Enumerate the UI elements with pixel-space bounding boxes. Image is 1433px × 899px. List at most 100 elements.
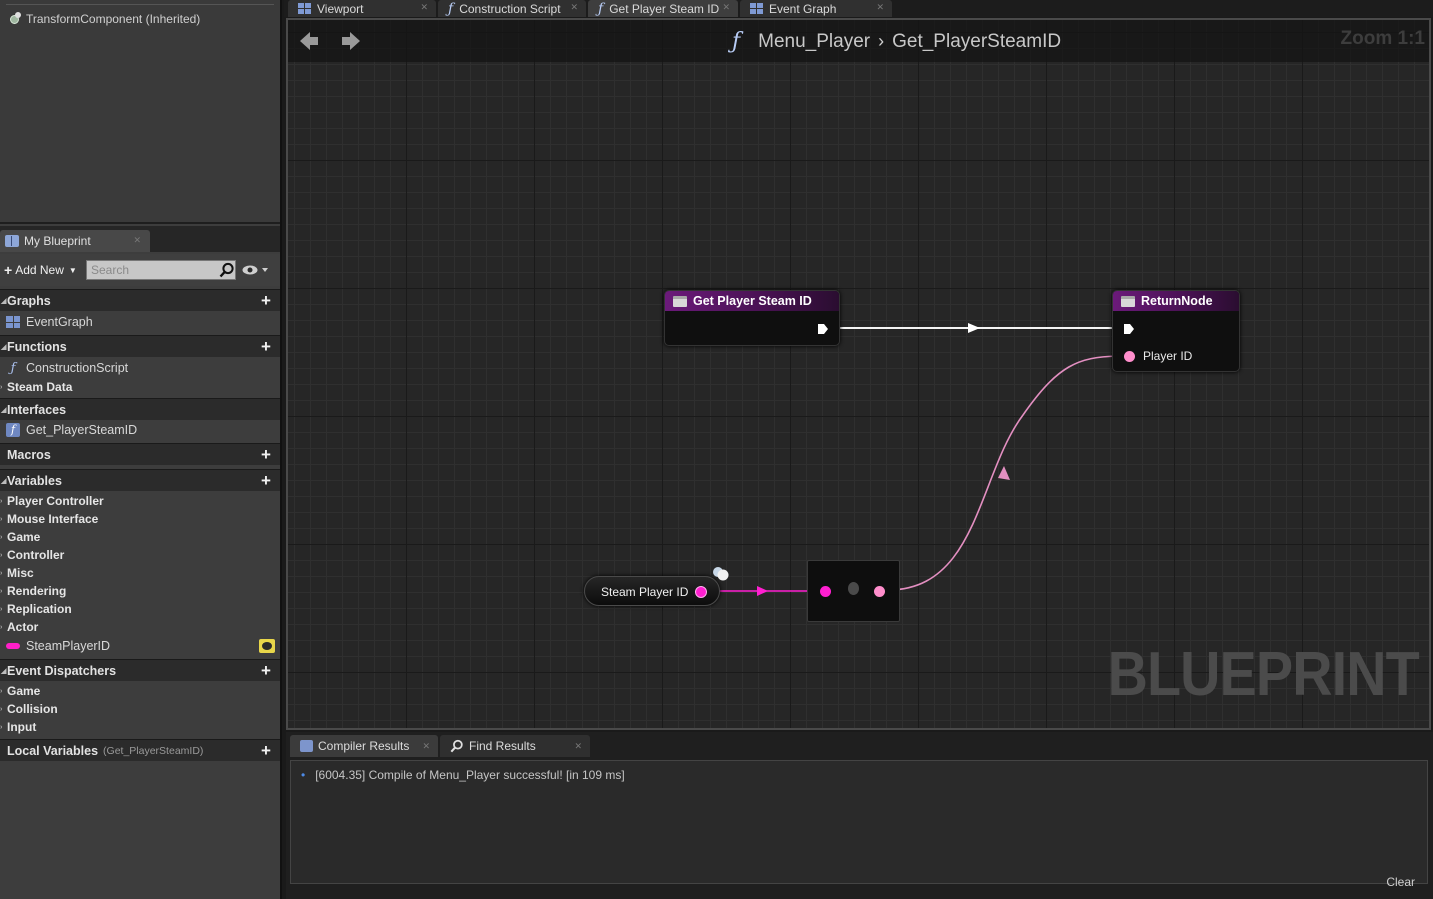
node-header: ReturnNode xyxy=(1113,291,1239,311)
expand-triangle-icon: › xyxy=(0,551,3,559)
exec-output-pin[interactable] xyxy=(817,323,829,335)
category-misc[interactable]: › Misc xyxy=(0,564,280,582)
player-id-input-pin[interactable] xyxy=(1124,351,1135,362)
tab-find-results[interactable]: Find Results ✕ xyxy=(440,735,590,757)
function-entry-node[interactable]: Get Player Steam ID xyxy=(664,290,840,346)
category-label: Collision xyxy=(7,702,58,716)
add-event-dispatcher-button[interactable]: + xyxy=(258,662,274,679)
section-interfaces[interactable]: ◢ Interfaces xyxy=(0,398,280,420)
interface-item-get-playersteamid[interactable]: f Get_PlayerSteamID xyxy=(0,421,280,439)
tab-compiler-results[interactable]: Compiler Results ✕ xyxy=(290,735,438,757)
category-game[interactable]: › Game xyxy=(0,528,280,546)
close-icon[interactable]: ✕ xyxy=(574,741,582,752)
node-header: Get Player Steam ID xyxy=(665,291,839,311)
book-icon xyxy=(5,235,19,247)
my-blueprint-toolbar: + Add New ▼ xyxy=(0,254,280,286)
section-macros-label: Macros xyxy=(7,447,51,462)
add-variable-button[interactable]: + xyxy=(258,472,274,489)
bottom-panel: Compiler Results ✕ Find Results ✕ • [600… xyxy=(286,732,1433,899)
add-macro-button[interactable]: + xyxy=(258,446,274,463)
string-output-pin[interactable] xyxy=(695,586,707,598)
tab-label: Compiler Results xyxy=(318,739,410,753)
category-game[interactable]: › Game xyxy=(0,682,280,700)
category-actor[interactable]: › Actor xyxy=(0,618,280,636)
tab-label: Construction Script xyxy=(459,1,561,16)
node-label: Steam Player ID xyxy=(601,585,689,599)
graph-canvas[interactable]: ƒ Menu_Player › Get_PlayerSteamID Zoom 1… xyxy=(286,18,1431,730)
conversion-input-pin[interactable] xyxy=(820,586,831,597)
section-local-variables[interactable]: Local Variables (Get_PlayerSteamID) + xyxy=(0,739,280,761)
tab-my-blueprint-label: My Blueprint xyxy=(24,234,91,248)
category-input[interactable]: › Input xyxy=(0,718,280,736)
section-variables[interactable]: ◢ Variables + xyxy=(0,469,280,491)
visibility-eye-icon[interactable] xyxy=(259,639,275,653)
category-player-controller[interactable]: › Player Controller xyxy=(0,492,280,510)
tab-event-graph[interactable]: Event Graph ✕ xyxy=(740,0,892,17)
function-entry-icon xyxy=(673,295,687,307)
category-label: Steam Data xyxy=(7,380,73,394)
collapse-triangle-icon: ◢ xyxy=(1,343,7,351)
log-entry: • [6004.35] Compile of Menu_Player succe… xyxy=(301,768,625,782)
category-label: Misc xyxy=(7,566,34,580)
clear-button[interactable]: Clear xyxy=(1386,875,1415,889)
collapse-triangle-icon: ◢ xyxy=(1,406,7,414)
add-local-variable-button[interactable]: + xyxy=(258,742,274,759)
graph-item-eventgraph[interactable]: EventGraph xyxy=(0,313,280,331)
category-replication[interactable]: › Replication xyxy=(0,600,280,618)
close-icon[interactable]: ✕ xyxy=(133,235,141,246)
close-icon[interactable]: ✕ xyxy=(422,741,430,752)
editor-tabbar: Viewport ✕ ƒ Construction Script ✕ ƒ Get… xyxy=(284,0,1433,17)
view-options-icon[interactable] xyxy=(242,264,270,276)
section-functions[interactable]: ◢ Functions + xyxy=(0,335,280,357)
conversion-output-pin[interactable] xyxy=(874,586,885,597)
collapse-triangle-icon: ◢ xyxy=(1,667,7,675)
exec-input-pin[interactable] xyxy=(1123,323,1135,335)
tab-get-player-steam-id[interactable]: ƒ Get Player Steam ID ✕ xyxy=(588,0,738,17)
component-label: TransformComponent (Inherited) xyxy=(26,12,201,26)
category-label: Input xyxy=(7,720,37,734)
function-icon: ƒ xyxy=(598,0,604,17)
category-label: Replication xyxy=(7,602,72,616)
expand-triangle-icon: › xyxy=(0,687,3,695)
tab-construction-script[interactable]: ƒ Construction Script ✕ xyxy=(438,0,586,17)
tab-label: Get Player Steam ID xyxy=(609,1,720,16)
add-graph-button[interactable]: + xyxy=(258,292,274,309)
function-item-constructionscript[interactable]: ƒ ConstructionScript xyxy=(0,359,280,377)
close-icon[interactable]: ✕ xyxy=(722,2,730,13)
steam-player-id-getter-node[interactable]: Steam Player ID xyxy=(584,576,720,606)
close-icon[interactable]: ✕ xyxy=(570,2,578,13)
section-event-dispatchers[interactable]: ◢ Event Dispatchers + xyxy=(0,659,280,681)
expand-triangle-icon: › xyxy=(0,569,3,577)
component-item[interactable]: TransformComponent (Inherited) xyxy=(8,11,200,27)
tab-my-blueprint[interactable]: My Blueprint ✕ xyxy=(0,230,150,252)
close-icon[interactable]: ✕ xyxy=(876,2,884,13)
section-graphs[interactable]: ◢ Graphs + xyxy=(0,289,280,311)
category-controller[interactable]: › Controller xyxy=(0,546,280,564)
string-variable-icon xyxy=(6,643,20,649)
category-collision[interactable]: › Collision xyxy=(0,700,280,718)
category-mouse-interface[interactable]: › Mouse Interface xyxy=(0,510,280,528)
category-label: Mouse Interface xyxy=(7,512,99,526)
section-macros[interactable]: Macros + xyxy=(0,443,280,465)
viewport-icon xyxy=(298,3,311,14)
category-steam-data[interactable]: › Steam Data xyxy=(0,378,280,396)
close-icon[interactable]: ✕ xyxy=(420,2,428,13)
category-label: Rendering xyxy=(7,584,67,598)
category-rendering[interactable]: › Rendering xyxy=(0,582,280,600)
return-node[interactable]: ReturnNode Player ID xyxy=(1112,290,1240,372)
expand-triangle-icon: › xyxy=(0,497,3,505)
search-input[interactable] xyxy=(86,260,236,280)
conversion-node[interactable] xyxy=(807,560,900,622)
variable-item-steamplayerid[interactable]: SteamPlayerID xyxy=(0,637,280,655)
collapse-triangle-icon: ◢ xyxy=(1,297,7,305)
add-function-button[interactable]: + xyxy=(258,338,274,355)
return-node-icon xyxy=(1121,295,1135,307)
search-icon[interactable] xyxy=(219,262,235,278)
section-local-variables-scope: (Get_PlayerSteamID) xyxy=(103,744,204,757)
tab-viewport[interactable]: Viewport ✕ xyxy=(288,0,436,17)
components-panel: TransformComponent (Inherited) xyxy=(0,0,280,224)
section-variables-label: Variables xyxy=(7,473,62,488)
add-new-button[interactable]: + Add New ▼ xyxy=(4,262,77,278)
scene-component-icon xyxy=(8,12,22,26)
section-functions-label: Functions xyxy=(7,339,67,354)
